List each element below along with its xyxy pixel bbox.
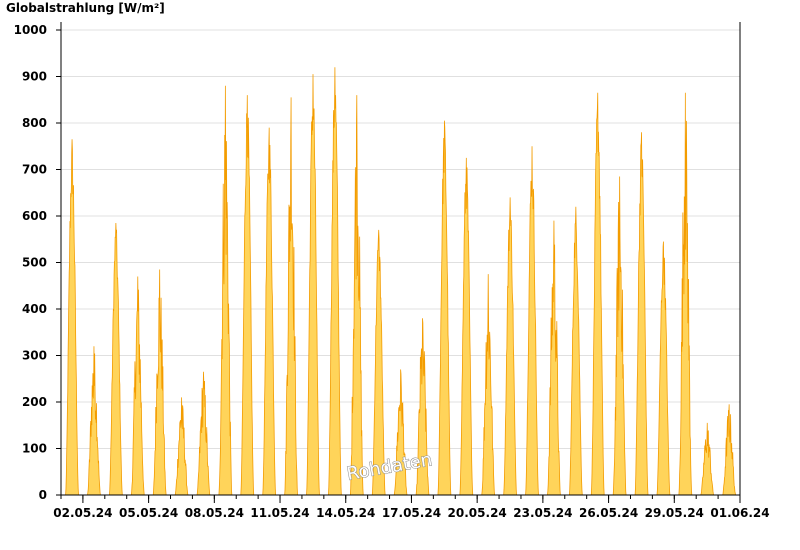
day-radiation-area (568, 206, 583, 496)
day-radiation-area (306, 74, 320, 496)
day-radiation-area (503, 197, 518, 496)
day-radiation-area (240, 95, 255, 496)
day-radiation-area (481, 274, 496, 496)
y-tick-label: 100 (22, 442, 47, 456)
y-tick-label: 500 (22, 256, 47, 270)
x-tick-label: 08.05.24 (185, 506, 244, 520)
x-tick-label: 05.05.24 (119, 506, 178, 520)
day-radiation-area (218, 85, 233, 496)
day-radiation-area (590, 92, 605, 496)
day-radiation-area (108, 222, 123, 496)
y-tick-label: 700 (22, 163, 47, 177)
day-radiation-area (174, 397, 189, 496)
day-radiation-area (196, 371, 211, 496)
y-tick-label: 400 (22, 302, 47, 316)
y-tick-label: 200 (22, 395, 47, 409)
y-tick-label: 800 (22, 116, 47, 130)
day-radiation-area (547, 220, 561, 496)
x-tick-label: 23.05.24 (513, 506, 572, 520)
day-radiation-area (152, 269, 167, 496)
daily-radiation-series (65, 67, 737, 496)
y-tick-labels: 0 100 200 300 400 500 600 700 800 900 1000 (14, 23, 47, 502)
day-radiation-area (262, 127, 277, 496)
day-radiation-area (87, 346, 101, 496)
day-radiation-area (371, 229, 386, 496)
y-tick-label: 600 (22, 209, 47, 223)
x-tick-label: 01.06.24 (710, 506, 769, 520)
day-radiation-area (437, 120, 452, 496)
day-radiation-area (284, 97, 298, 496)
day-radiation-area (612, 176, 627, 496)
day-radiation-area (349, 95, 364, 496)
day-radiation-area (700, 422, 715, 496)
day-radiation-area (525, 146, 539, 496)
x-tick-label: 11.05.24 (250, 506, 309, 520)
day-radiation-area (459, 157, 474, 496)
x-tick-label: 26.05.24 (579, 506, 638, 520)
day-radiation-area (722, 404, 737, 496)
x-tick-label: 29.05.24 (645, 506, 704, 520)
x-tick-label: 17.05.24 (382, 506, 441, 520)
day-radiation-area (678, 92, 693, 496)
day-radiation-area (656, 241, 671, 496)
day-radiation-area (634, 132, 649, 496)
x-tick-label: 02.05.24 (53, 506, 112, 520)
y-tick-label: 0 (39, 488, 47, 502)
y-tick-label: 900 (22, 70, 47, 84)
day-radiation-area (65, 139, 79, 496)
x-tick-label: 14.05.24 (316, 506, 375, 520)
x-tick-label: 20.05.24 (448, 506, 507, 520)
y-tick-label: 1000 (14, 23, 47, 37)
chart-area: 0 100 200 300 400 500 600 700 800 900 1000 02.05.2… (14, 22, 770, 520)
x-tick-labels: 02.05.24 05.05.24 08.05.24 11.05.24 14.05.24… (53, 506, 769, 520)
y-tick-label: 300 (22, 349, 47, 363)
day-radiation-area (328, 67, 342, 496)
